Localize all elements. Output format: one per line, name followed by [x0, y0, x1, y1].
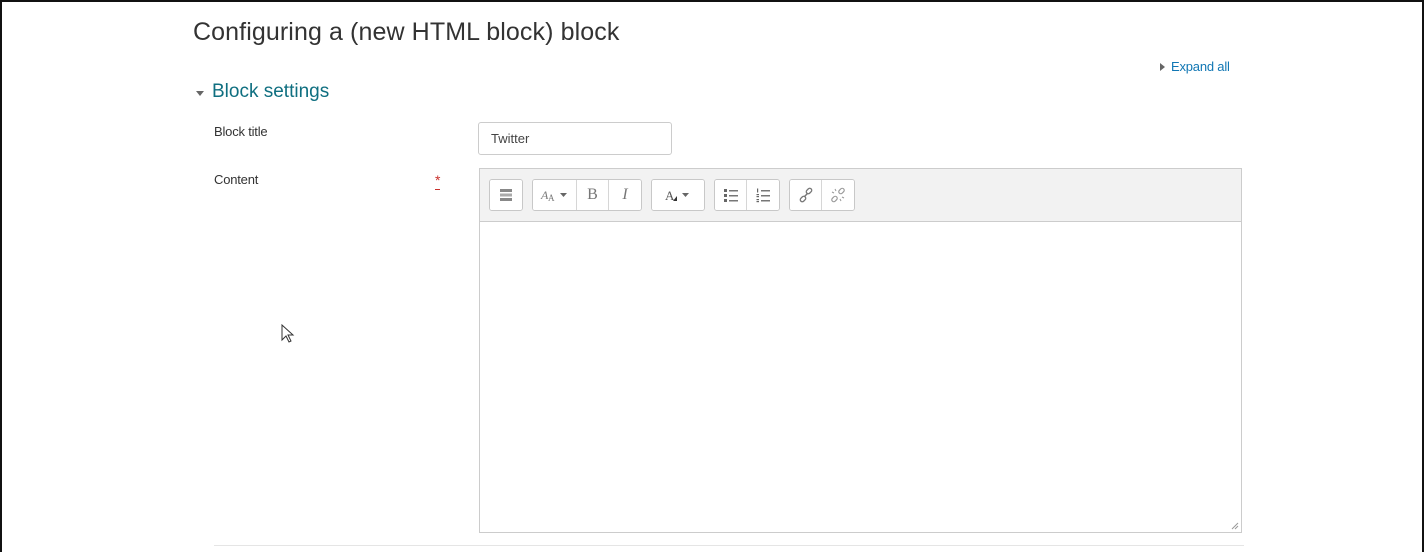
editor-toolbar: A A B I A [480, 169, 1241, 222]
link-button[interactable] [790, 180, 822, 210]
show-more-buttons-button[interactable] [490, 180, 522, 210]
collapse-caret-icon [196, 90, 204, 96]
toolbar-group-links [789, 179, 855, 211]
text-color-icon: A [665, 188, 689, 203]
expand-triangle-icon [1160, 62, 1165, 71]
toolbar-group-lists [714, 179, 780, 211]
block-title-label: Block title [214, 124, 268, 139]
content-editor: A A B I A [479, 168, 1242, 533]
unordered-list-icon [723, 189, 738, 202]
page-frame: Configuring a (new HTML block) block Exp… [0, 0, 1424, 552]
italic-icon: I [622, 186, 628, 203]
block-settings-toggle[interactable]: Block settings [196, 81, 329, 103]
expand-all-link[interactable]: Expand all [1160, 59, 1230, 74]
toolbar-group-more [489, 179, 523, 211]
link-icon [799, 187, 812, 203]
unlink-icon [831, 187, 845, 203]
ordered-list-button[interactable] [747, 180, 779, 210]
text-color-button[interactable]: A [652, 180, 704, 210]
page-title: Configuring a (new HTML block) block [193, 18, 620, 46]
mouse-pointer-icon [281, 324, 295, 343]
unordered-list-button[interactable] [715, 180, 747, 210]
expand-all-label: Expand all [1171, 59, 1230, 74]
bold-icon: B [587, 186, 598, 203]
required-icon: * [435, 172, 441, 190]
content-label: Content [214, 172, 259, 187]
unlink-button[interactable] [822, 180, 854, 210]
toolbar-group-color: A [651, 179, 705, 211]
show-more-buttons-icon [500, 189, 512, 201]
section-divider [214, 545, 1244, 546]
paragraph-styles-icon: A A [540, 188, 567, 203]
content-editable-area[interactable] [480, 222, 1241, 532]
ordered-list-icon [756, 188, 770, 203]
toolbar-group-format: A A B I [532, 179, 642, 211]
svg-text:A: A [548, 193, 555, 203]
paragraph-styles-button[interactable]: A A [533, 180, 577, 210]
italic-button[interactable]: I [609, 180, 641, 210]
section-title: Block settings [212, 81, 330, 102]
bold-button[interactable]: B [577, 180, 609, 210]
block-title-input[interactable] [478, 122, 672, 155]
resize-grip-icon[interactable] [1229, 520, 1239, 530]
